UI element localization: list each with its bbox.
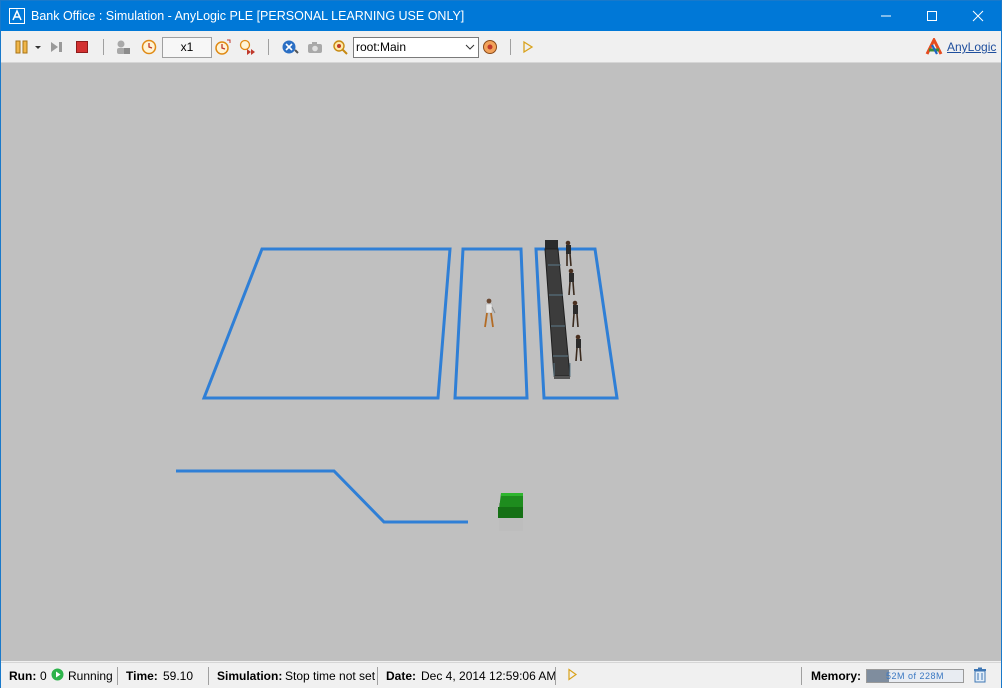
status-separator xyxy=(801,667,802,685)
anylogic-brand-text: AnyLogic xyxy=(947,40,997,54)
screenshot-button[interactable] xyxy=(306,38,324,56)
simulation-canvas[interactable] xyxy=(1,63,1001,661)
close-icon xyxy=(972,10,984,22)
status-separator xyxy=(208,667,209,685)
experiment-icon xyxy=(282,40,299,54)
title-bar[interactable]: Bank Office : Simulation - AnyLogic PLE … xyxy=(1,1,1001,31)
chevron-down-icon xyxy=(465,44,475,50)
simulation-label: Simulation: xyxy=(217,669,283,683)
maximize-button[interactable] xyxy=(909,1,955,31)
experiment-button[interactable] xyxy=(281,38,299,56)
step-button[interactable] xyxy=(48,38,66,56)
window-title: Bank Office : Simulation - AnyLogic PLE … xyxy=(31,9,465,23)
zoom-to-agent-icon xyxy=(333,40,348,55)
view-selector-value: root:Main xyxy=(356,40,407,54)
agent-icon xyxy=(117,40,130,54)
teller xyxy=(568,268,575,296)
entry-path-line xyxy=(176,469,468,524)
close-button[interactable] xyxy=(955,1,1001,31)
running-icon xyxy=(51,668,64,684)
stop-icon xyxy=(76,41,88,53)
atm-machine xyxy=(498,493,523,531)
fast-forward-button[interactable] xyxy=(239,38,257,56)
step-icon xyxy=(51,42,62,52)
time-label: Time: xyxy=(126,669,158,683)
simulation-window: Bank Office : Simulation - AnyLogic PLE … xyxy=(0,0,1002,688)
speed-up-icon xyxy=(215,39,231,55)
camera-icon xyxy=(308,42,322,53)
view-selector[interactable]: root:Main xyxy=(353,37,479,58)
dropdown-icon xyxy=(35,46,41,49)
minimize-icon xyxy=(881,15,891,17)
slow-down-button[interactable] xyxy=(140,38,158,56)
anylogic-app-icon xyxy=(9,8,25,24)
anylogic-logo xyxy=(925,38,943,55)
customer xyxy=(484,298,496,328)
agent-view-button[interactable] xyxy=(114,38,132,56)
memory-trash-icon[interactable] xyxy=(973,667,987,686)
middle-area-zone xyxy=(453,247,529,400)
speed-display: x1 xyxy=(162,37,212,58)
status-bar: Run: 0 Running Time: 59.10 Simulation: S… xyxy=(1,662,1001,688)
toolbar: x1 root:Main AnyLogic xyxy=(1,31,1001,63)
date-label: Date: xyxy=(386,669,417,683)
waiting-area-zone xyxy=(201,247,452,400)
run-label: Run: xyxy=(9,669,37,683)
model-animation xyxy=(176,240,619,531)
memory-label: Memory: xyxy=(811,669,862,683)
run-value: 0 xyxy=(40,669,47,683)
time-value: 59.10 xyxy=(163,669,194,683)
fast-forward-icon xyxy=(239,39,255,55)
date-value: Dec 4, 2014 12:59:06 AM xyxy=(421,669,557,683)
simulation-value: Stop time not set xyxy=(285,669,376,683)
speed-up-button[interactable] xyxy=(214,38,232,56)
run-mode-dropdown[interactable] xyxy=(33,38,43,56)
toolbar-separator xyxy=(268,39,269,55)
toolbar-separator xyxy=(510,39,511,55)
stop-button[interactable] xyxy=(73,38,91,56)
step-toolbar-button[interactable] xyxy=(519,38,537,56)
toolbar-separator xyxy=(103,39,104,55)
memory-usage-text: 52M of 228M xyxy=(885,671,945,681)
step-toolbar-icon xyxy=(523,40,534,54)
status-separator xyxy=(377,667,378,685)
memory-usage-bar: 52M of 228M xyxy=(866,669,964,683)
teller xyxy=(575,334,582,362)
step-status-icon[interactable] xyxy=(566,668,579,684)
status-separator xyxy=(555,667,556,685)
maximize-icon xyxy=(927,11,937,21)
navigate-button[interactable] xyxy=(481,38,499,56)
status-separator xyxy=(117,667,118,685)
navigate-icon xyxy=(483,40,497,54)
navigate-to-agent-button[interactable] xyxy=(331,38,349,56)
teller xyxy=(572,300,579,328)
teller xyxy=(565,240,572,267)
minimize-button[interactable] xyxy=(863,1,909,31)
clock-icon xyxy=(141,39,157,55)
run-state: Running xyxy=(68,669,113,683)
pause-icon xyxy=(15,40,28,54)
pause-button[interactable] xyxy=(13,38,31,56)
